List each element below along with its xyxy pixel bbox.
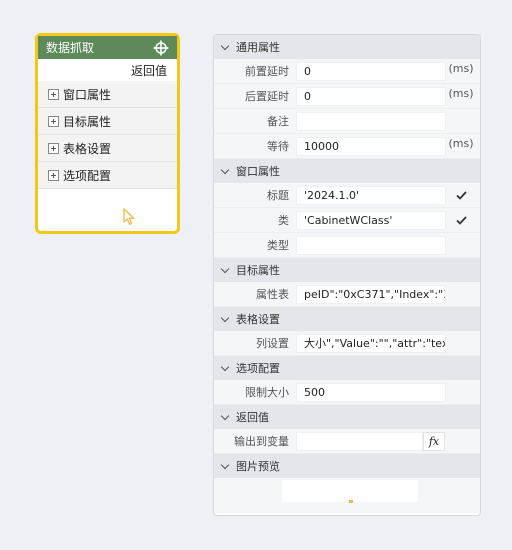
field-label: 后置延时 (245, 90, 289, 103)
wait-input[interactable]: 10000 (296, 136, 446, 156)
chevron-down-icon[interactable] (220, 41, 230, 50)
section-title: 图片预览 (236, 460, 280, 473)
node-group-table[interactable]: 表格设置 (38, 135, 177, 162)
field-label: 限制大小 (245, 386, 289, 399)
section-preview[interactable]: 图片预览 (214, 454, 480, 478)
section-title: 返回值 (236, 411, 269, 424)
section-title: 窗口属性 (236, 165, 280, 178)
node-group-label: 目标属性 (63, 114, 112, 129)
chevron-down-icon[interactable] (220, 460, 230, 469)
row-attr-table: 属性表 peID":"0xC371","Index":"3"}]} (214, 282, 480, 307)
row-type: 类型 (214, 233, 480, 258)
expand-plus-icon[interactable] (48, 88, 59, 100)
output-variable-input[interactable] (296, 431, 423, 451)
field-label: 前置延时 (245, 65, 289, 78)
check-icon[interactable] (446, 190, 476, 200)
type-input[interactable] (296, 235, 446, 255)
node-return-value: 返回值 (38, 59, 177, 81)
preview-marker (349, 500, 353, 503)
check-icon[interactable] (446, 215, 476, 225)
field-label: 输出到变量 (234, 435, 289, 448)
row-post-delay: 后置延时 0 (ms) (214, 84, 480, 109)
section-target[interactable]: 目标属性 (214, 258, 480, 282)
row-columns: 列设置 大小","Value":"","attr":"text"}] (214, 331, 480, 356)
field-label: 列设置 (256, 337, 289, 350)
fx-button[interactable]: fx (423, 431, 445, 451)
node-card[interactable]: 数据抓取 返回值 窗口属性 目标属性 表格设置 选项配置 (35, 33, 180, 234)
pointer-cursor-icon (123, 208, 135, 225)
post-delay-input[interactable]: 0 (296, 86, 446, 106)
crosshair-icon[interactable] (153, 40, 169, 56)
field-label: 等待 (267, 140, 289, 153)
expand-plus-icon[interactable] (48, 169, 59, 181)
image-preview-area (214, 478, 480, 513)
preview-image (282, 480, 418, 502)
row-pre-delay: 前置延时 0 (ms) (214, 59, 480, 84)
unit-label: (ms) (448, 87, 474, 100)
title-input[interactable]: '2024.1.0' (296, 185, 446, 205)
field-label: 属性表 (256, 288, 289, 301)
node-group-options[interactable]: 选项配置 (38, 162, 177, 189)
unit-label: (ms) (448, 62, 474, 75)
columns-input[interactable]: 大小","Value":"","attr":"text"}] (296, 333, 446, 353)
expand-plus-icon[interactable] (48, 115, 59, 127)
section-options[interactable]: 选项配置 (214, 356, 480, 380)
row-limit: 限制大小 500 (214, 380, 480, 405)
row-wait: 等待 10000 (ms) (214, 134, 480, 159)
row-title: 标题 '2024.1.0' (214, 183, 480, 208)
chevron-down-icon[interactable] (220, 411, 230, 420)
field-label: 类 (278, 214, 289, 227)
attr-table-input[interactable]: peID":"0xC371","Index":"3"}]} (296, 284, 446, 304)
unit-label: (ms) (448, 137, 474, 150)
chevron-down-icon[interactable] (220, 165, 230, 174)
field-label: 标题 (267, 189, 289, 202)
note-input[interactable] (296, 111, 446, 131)
node-title: 数据抓取 (46, 41, 95, 55)
limit-input[interactable]: 500 (296, 382, 446, 402)
row-class: 类 'CabinetWClass' (214, 208, 480, 233)
node-group-label: 选项配置 (63, 168, 112, 183)
section-return[interactable]: 返回值 (214, 405, 480, 429)
field-label: 备注 (267, 115, 289, 128)
section-window[interactable]: 窗口属性 (214, 159, 480, 183)
section-title: 表格设置 (236, 313, 280, 326)
node-header[interactable]: 数据抓取 (38, 36, 177, 59)
node-group-window[interactable]: 窗口属性 (38, 81, 177, 108)
chevron-down-icon[interactable] (220, 362, 230, 371)
node-group-target[interactable]: 目标属性 (38, 108, 177, 135)
row-note: 备注 (214, 109, 480, 134)
node-group-label: 窗口属性 (63, 87, 112, 102)
chevron-down-icon[interactable] (220, 313, 230, 322)
section-general[interactable]: 通用属性 (214, 35, 480, 59)
section-title: 选项配置 (236, 362, 280, 375)
section-title: 目标属性 (236, 264, 280, 277)
expand-plus-icon[interactable] (48, 142, 59, 154)
row-output-variable: 输出到变量 fx (214, 429, 480, 454)
property-panel: 通用属性 前置延时 0 (ms) 后置延时 0 (ms) 备注 等待 10000… (213, 34, 481, 516)
section-title: 通用属性 (236, 41, 280, 54)
chevron-down-icon[interactable] (220, 264, 230, 273)
node-group-label: 表格设置 (63, 141, 112, 156)
field-label: 类型 (267, 239, 289, 252)
section-table[interactable]: 表格设置 (214, 307, 480, 331)
pre-delay-input[interactable]: 0 (296, 61, 446, 81)
class-input[interactable]: 'CabinetWClass' (296, 210, 446, 230)
